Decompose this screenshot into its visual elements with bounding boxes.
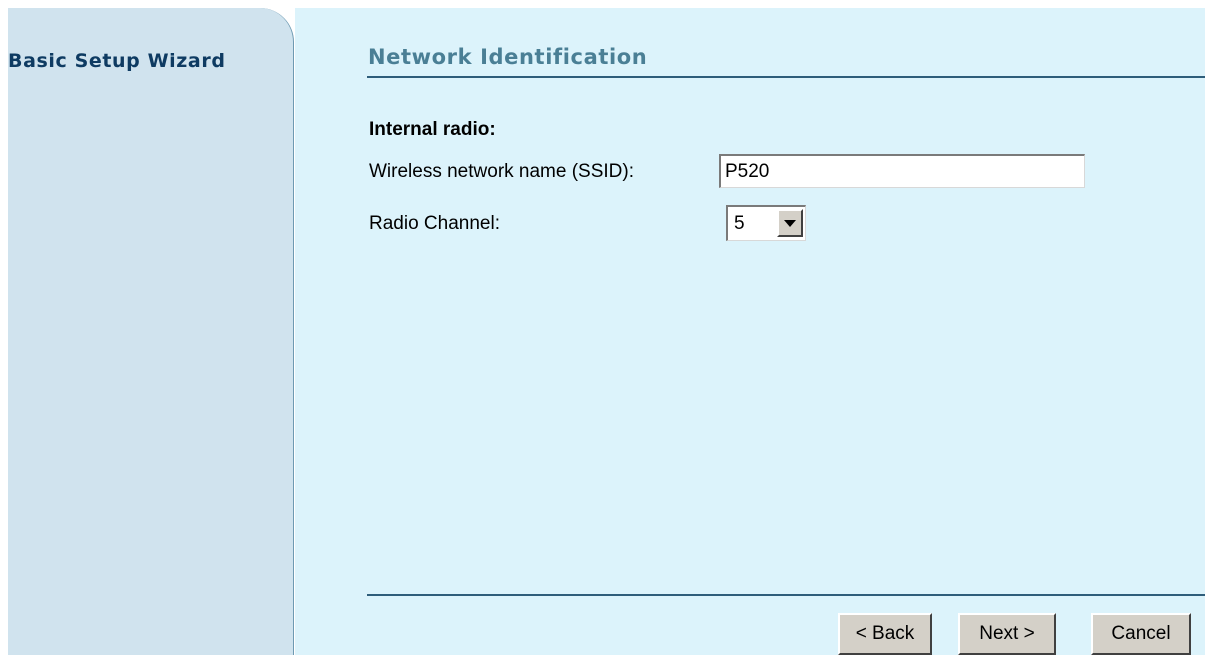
ssid-label: Wireless network name (SSID): (369, 161, 635, 182)
section-label: Internal radio: (369, 119, 496, 140)
chevron-down-icon (784, 220, 796, 227)
sidebar: Basic Setup Wizard (8, 8, 294, 655)
page-title: Network Identification (368, 45, 648, 69)
sidebar-title: Basic Setup Wizard (8, 50, 226, 72)
channel-select[interactable]: 5 (726, 205, 806, 241)
next-button[interactable]: Next > (958, 613, 1056, 655)
ssid-input[interactable] (719, 154, 1085, 188)
main-panel: Network Identification Internal radio: W… (295, 8, 1205, 655)
cancel-button[interactable]: Cancel (1091, 613, 1191, 655)
dropdown-button[interactable] (777, 209, 803, 237)
footer-divider (367, 594, 1205, 596)
title-divider (367, 76, 1205, 78)
channel-label: Radio Channel: (369, 213, 500, 234)
back-button[interactable]: < Back (838, 613, 932, 655)
channel-value: 5 (734, 213, 745, 234)
